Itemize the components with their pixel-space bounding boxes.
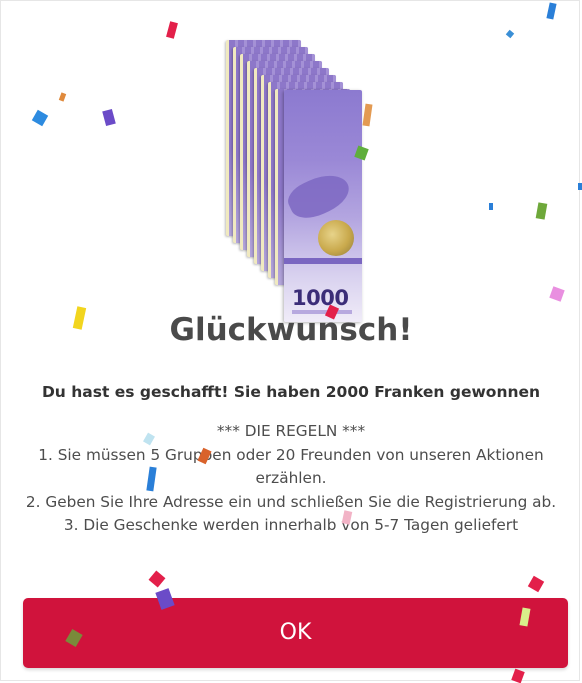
banknote-globe-motif [318, 220, 354, 256]
rule-item: 3. Die Geschenke werden innerhalb von 5-… [63, 516, 519, 534]
rules-heading: *** DIE REGELN *** [216, 422, 366, 440]
ok-button[interactable]: OK [23, 598, 568, 668]
banknote-front: 1000 [284, 90, 362, 322]
rule-item: 1. Sie müssen 5 Gruppen oder 20 Freunden… [38, 445, 544, 488]
banknote-denomination: 1000 [292, 286, 349, 310]
banknote-stack-image: 1000 [226, 40, 366, 322]
rules-block: *** DIE REGELN *** 1. Sie müssen 5 Grupp… [14, 420, 568, 538]
banknote-stripe [284, 258, 362, 264]
banknote-hand-motif [284, 166, 355, 226]
rule-item: 2. Geben Sie Ihre Adresse ein und schlie… [25, 492, 557, 511]
page-title: Glückwunsch! [169, 312, 413, 348]
win-message: Du hast es geschafft! Sie haben 2000 Fra… [41, 383, 541, 401]
